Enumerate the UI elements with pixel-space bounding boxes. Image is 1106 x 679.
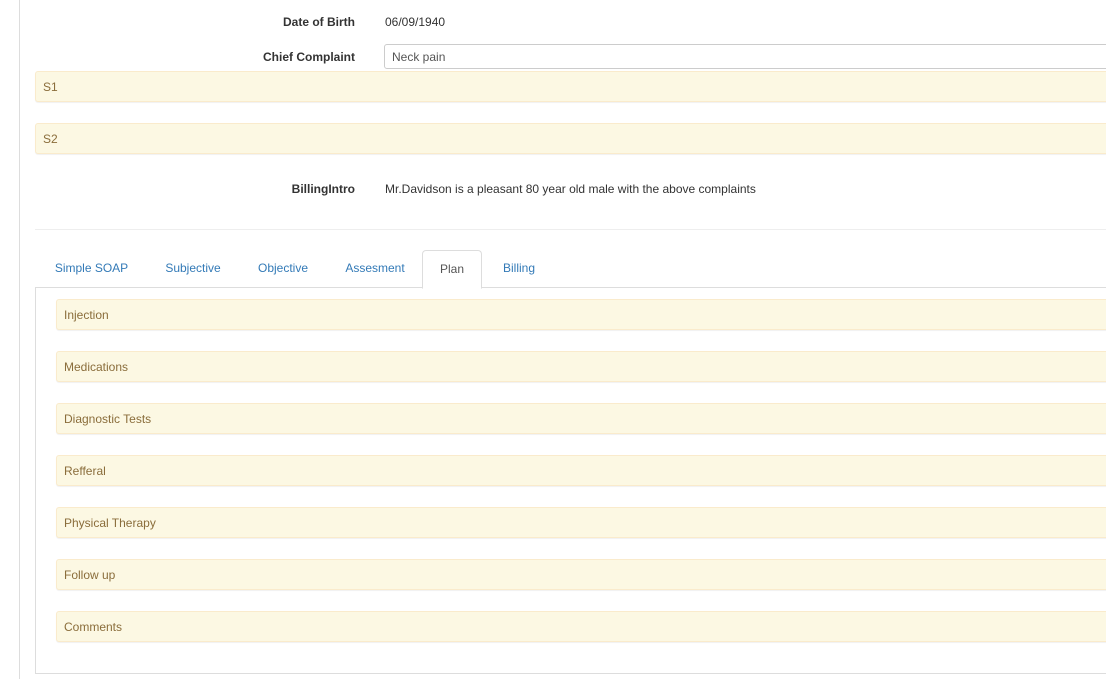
tab-objective[interactable]: Objective — [248, 250, 318, 288]
dob-row: Date of Birth 06/09/1940 — [35, 15, 1106, 39]
tab-subjective[interactable]: Subjective — [156, 250, 230, 288]
diagnostic-tests-panel[interactable]: Diagnostic Tests — [56, 403, 1106, 434]
plan-tab-pane: Injection Medications Diagnostic Tests R… — [35, 288, 1106, 674]
physical-therapy-panel-title: Physical Therapy — [64, 516, 156, 530]
comments-panel[interactable]: Comments — [56, 611, 1106, 642]
s2-panel-title: S2 — [43, 132, 58, 146]
tab-assesment[interactable]: Assesment — [336, 250, 414, 288]
injection-panel-title: Injection — [64, 308, 109, 322]
left-border-line — [19, 0, 20, 679]
comments-panel-title: Comments — [64, 620, 123, 634]
follow-up-panel[interactable]: Follow up — [56, 559, 1106, 590]
billing-intro-label: BillingIntro — [291, 182, 355, 196]
s2-panel[interactable]: S2 — [35, 123, 1106, 154]
refferal-panel-title: Refferal — [64, 464, 106, 478]
dob-value: 06/09/1940 — [385, 15, 446, 29]
soap-note-form: Date of Birth 06/09/1940 Chief Complaint… — [35, 0, 1106, 679]
tab-billing[interactable]: Billing — [494, 250, 544, 288]
refferal-panel[interactable]: Refferal — [56, 455, 1106, 486]
soap-tabs: Simple SOAP Subjective Objective Assesme… — [35, 250, 1106, 289]
diagnostic-tests-panel-title: Diagnostic Tests — [64, 412, 152, 426]
s1-panel[interactable]: S1 — [35, 71, 1106, 102]
chief-complaint-label: Chief Complaint — [263, 50, 355, 64]
chief-complaint-row: Chief Complaint — [35, 44, 1106, 69]
chief-complaint-input[interactable] — [384, 44, 1106, 69]
tab-plan[interactable]: Plan — [422, 250, 482, 289]
tab-simple-soap[interactable]: Simple SOAP — [45, 250, 138, 288]
follow-up-panel-title: Follow up — [64, 568, 116, 582]
dob-label: Date of Birth — [283, 15, 355, 29]
medications-panel-title: Medications — [64, 360, 129, 374]
medications-panel[interactable]: Medications — [56, 351, 1106, 382]
billing-intro-text: Mr.Davidson is a pleasant 80 year old ma… — [385, 182, 756, 196]
s1-panel-title: S1 — [43, 80, 58, 94]
section-divider — [35, 229, 1106, 230]
physical-therapy-panel[interactable]: Physical Therapy — [56, 507, 1106, 538]
injection-panel[interactable]: Injection — [56, 299, 1106, 330]
billing-intro-row: BillingIntro Mr.Davidson is a pleasant 8… — [35, 182, 1106, 206]
